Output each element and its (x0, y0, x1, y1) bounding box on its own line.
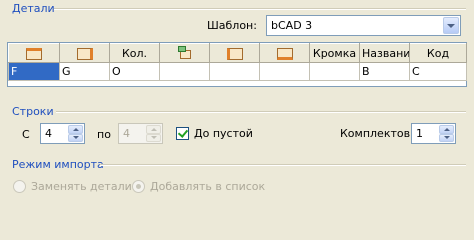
decrement-icon[interactable] (146, 133, 161, 142)
to-row-value: 4 (123, 127, 130, 140)
panel-top-edge-icon (26, 47, 42, 60)
column-header[interactable]: Кол. (109, 43, 160, 63)
grid-cell[interactable]: C (409, 62, 467, 81)
append-to-list-radio[interactable] (132, 180, 145, 193)
template-select-value: bCAD 3 (271, 19, 313, 32)
rows-separator (56, 111, 466, 113)
column-header[interactable] (8, 43, 60, 63)
grid-cell[interactable] (309, 62, 360, 81)
details-section-title: Детали (12, 2, 55, 15)
rotate-panel-icon (177, 46, 193, 60)
chevron-down-icon[interactable] (443, 17, 459, 34)
column-header[interactable]: Название (359, 43, 410, 63)
column-header[interactable] (259, 43, 310, 63)
sets-value: 1 (416, 127, 423, 140)
append-to-list-label[interactable]: Добавлять в список (150, 180, 265, 193)
template-label: Шаблон: (207, 19, 257, 32)
grid-cell[interactable]: F (8, 62, 60, 81)
grid-cell[interactable]: O (109, 62, 160, 81)
increment-icon[interactable] (68, 125, 83, 134)
details-separator (54, 8, 466, 10)
details-grid[interactable]: Кол. Кромка Название Код F G O B C (7, 42, 467, 87)
import-mode-section-title: Режим импорта (12, 158, 104, 171)
rows-section-title: Строки (12, 105, 54, 118)
column-header[interactable] (159, 43, 210, 63)
template-select[interactable]: bCAD 3 (266, 15, 461, 36)
from-label: С (22, 128, 30, 141)
to-row-stepper[interactable]: 4 (118, 123, 163, 144)
from-row-stepper[interactable]: 4 (40, 123, 85, 144)
grid-cell[interactable] (259, 62, 310, 81)
until-empty-checkbox[interactable] (176, 127, 189, 140)
panel-bottom-edge-icon (276, 47, 293, 60)
grid-cell[interactable] (159, 62, 210, 81)
increment-icon[interactable] (439, 125, 454, 134)
grid-cell[interactable] (209, 62, 260, 81)
table-row[interactable]: F G O B C (8, 62, 467, 81)
grid-header-row: Кол. Кромка Название Код (8, 43, 467, 63)
from-row-value: 4 (45, 127, 52, 140)
column-header[interactable]: Кромка (309, 43, 360, 63)
decrement-icon[interactable] (68, 133, 83, 142)
grid-cell[interactable]: G (59, 62, 110, 81)
radio-dot-icon (136, 184, 141, 189)
until-empty-label[interactable]: До пустой (194, 127, 253, 140)
import-mode-separator (100, 164, 466, 166)
column-header[interactable] (59, 43, 110, 63)
replace-details-label[interactable]: Заменять детали (31, 180, 132, 193)
panel-left-edge-icon (226, 47, 243, 60)
checkmark-icon (177, 127, 189, 138)
decrement-icon[interactable] (439, 133, 454, 142)
sets-label: Комплектов (340, 127, 411, 140)
to-label-text: по (97, 128, 111, 141)
sets-stepper[interactable]: 1 (411, 123, 456, 144)
panel-right-edge-icon (76, 47, 93, 60)
grid-cell[interactable]: B (359, 62, 410, 81)
column-header[interactable]: Код (409, 43, 467, 63)
increment-icon[interactable] (146, 125, 161, 134)
replace-details-radio[interactable] (13, 180, 26, 193)
column-header[interactable] (209, 43, 260, 63)
